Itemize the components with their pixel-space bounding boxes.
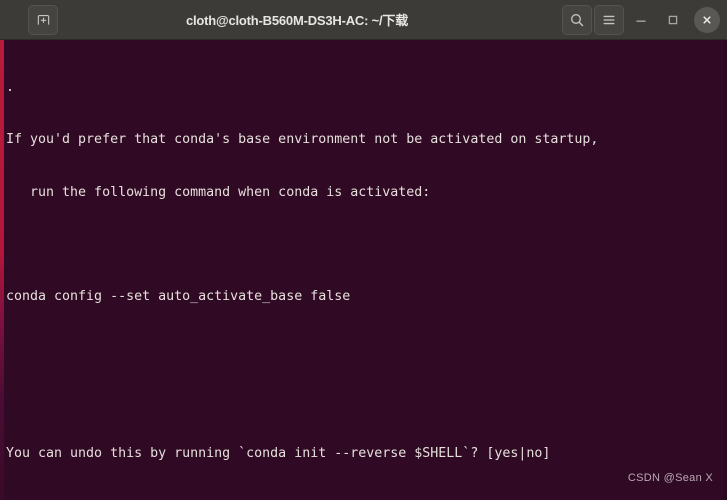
terminal-line: You can undo this by running `conda init… — [6, 446, 551, 462]
title-bar-left-group — [6, 4, 58, 35]
close-icon — [700, 13, 714, 27]
new-tab-button[interactable] — [28, 4, 58, 35]
maximize-button[interactable] — [658, 5, 688, 35]
close-button[interactable] — [694, 6, 720, 33]
terminal-line: If you'd prefer that conda's base enviro… — [6, 132, 599, 148]
minimize-button[interactable] — [626, 5, 656, 35]
terminal-line: . — [6, 79, 15, 95]
csdn-watermark: CSDN @Sean X — [627, 472, 713, 484]
title-bar-center: cloth@cloth-B560M-DS3H-AC: ~/下载 — [58, 10, 562, 29]
menu-button[interactable] — [594, 4, 624, 35]
terminal-output: . If you'd prefer that conda's base envi… — [0, 44, 727, 500]
terminal-line: conda config --set auto_activate_base fa… — [6, 289, 351, 305]
search-icon — [569, 12, 585, 28]
minimize-icon — [633, 12, 649, 28]
maximize-icon — [665, 12, 681, 28]
search-button[interactable] — [562, 4, 592, 35]
title-bar-right-group — [562, 4, 723, 35]
left-accent-stripe — [0, 40, 4, 500]
terminal-content-area[interactable]: . If you'd prefer that conda's base envi… — [0, 40, 727, 500]
new-tab-icon — [36, 12, 51, 27]
title-bar: cloth@cloth-B560M-DS3H-AC: ~/下载 — [0, 0, 727, 40]
terminal-line: run the following command when conda is … — [6, 184, 431, 200]
window-title: cloth@cloth-B560M-DS3H-AC: ~/下载 — [185, 13, 409, 28]
hamburger-menu-icon — [601, 12, 617, 28]
terminal-window: cloth@cloth-B560M-DS3H-AC: ~/下载 . If you… — [0, 0, 727, 500]
